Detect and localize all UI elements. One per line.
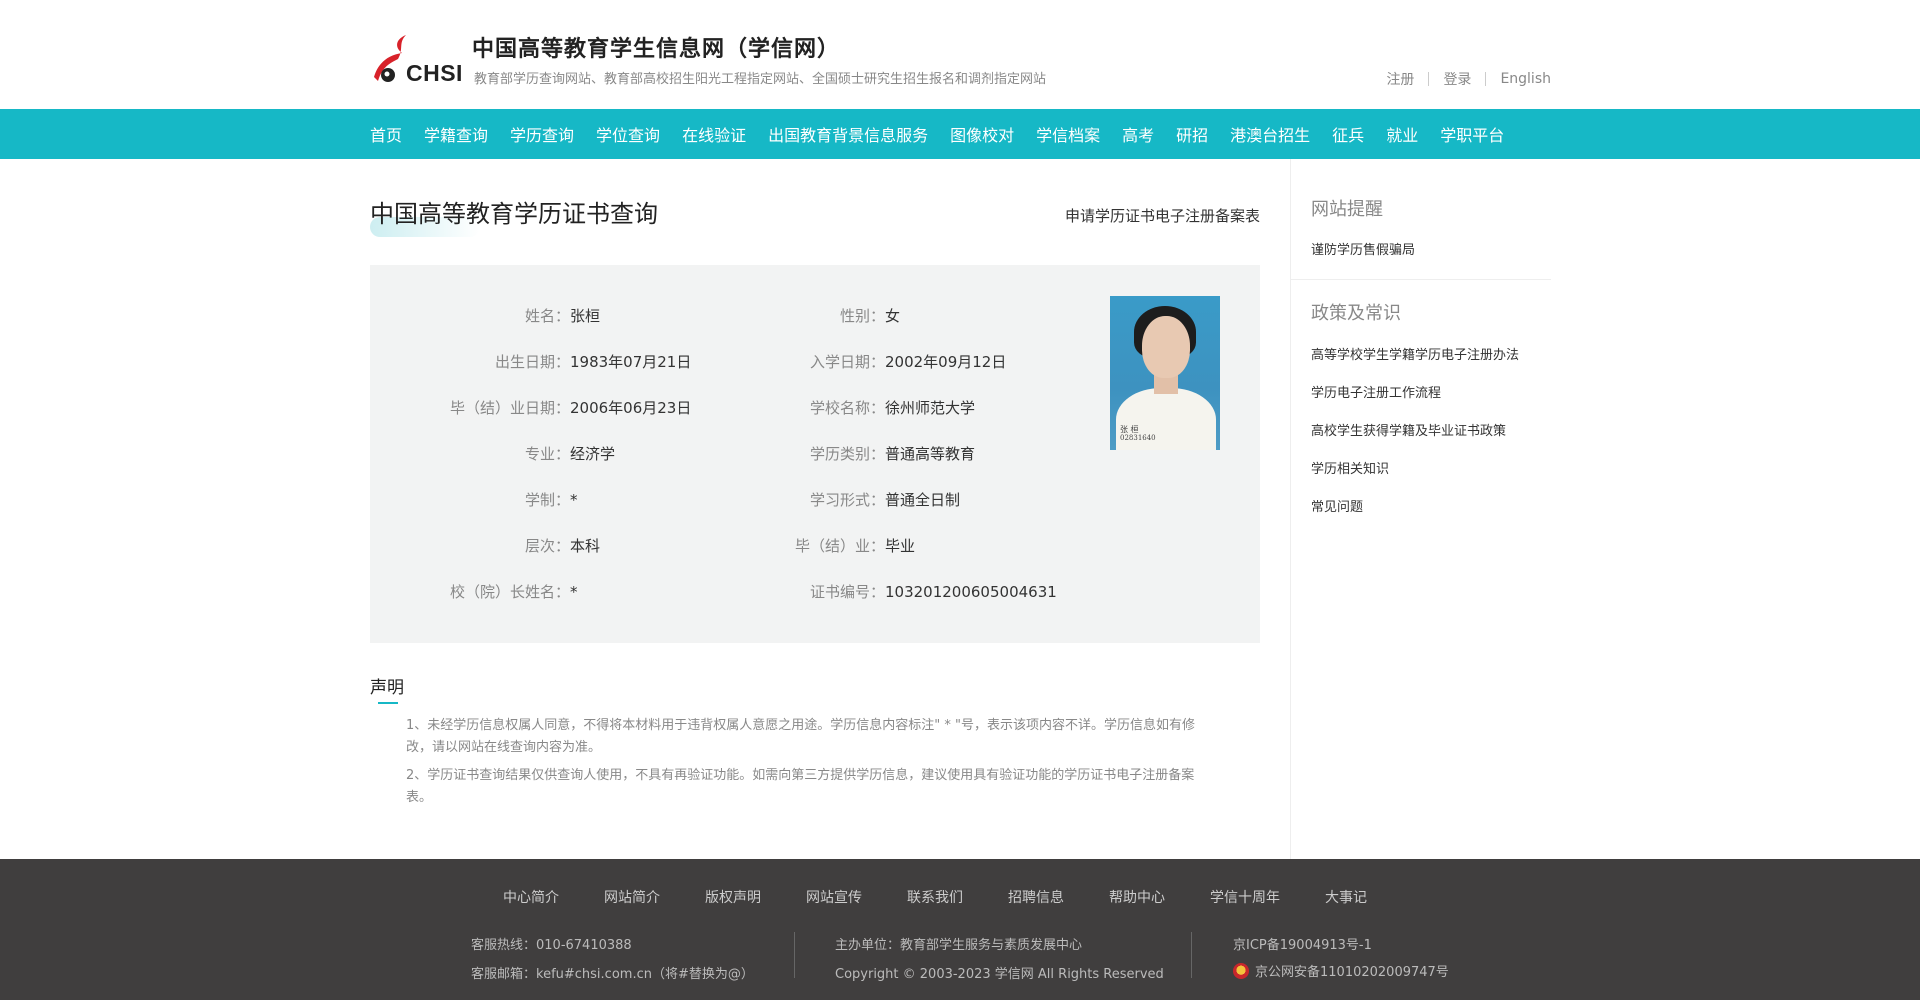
field-enrollment-date: 入学日期：2002年09月12日 [809,353,1007,371]
site-title: 中国高等教育学生信息网（学信网） [472,36,841,62]
nav-home[interactable]: 首页 [370,122,402,146]
footer-nav: 中心简介 网站简介 版权声明 网站宣传 联系我们 招聘信息 帮助中心 学信十周年… [503,887,1412,907]
top-links: 注册 登录 English [1372,69,1551,89]
policy-link-faq[interactable]: 常见问题 [1311,496,1363,515]
footer-divider [1191,932,1192,978]
field-major: 专业：经济学 [524,445,616,463]
declaration-item-1a: 1、未经学历信息权属人同意，不得将本材料用于违背权属人意愿之用途。学历信息内容标… [406,718,1195,733]
footer-sponsor: 主办单位：教育部学生服务与素质发展中心 [835,938,1083,953]
apply-registration-form-link[interactable]: 申请学历证书电子注册备案表 [1065,205,1260,226]
field-graduation-date: 毕（结）业日期：2006年06月23日 [449,399,692,417]
footer-link-copyright[interactable]: 版权声明 [705,887,761,907]
site-header: CHSI 中国高等教育学生信息网（学信网） 教育部学历查询网站、教育部高校招生阳… [0,0,1920,109]
student-photo: 张 桓 02831640 [1110,296,1220,450]
nav-overseas-background[interactable]: 出国教育背景信息服务 [768,122,928,146]
footer-link-center-intro[interactable]: 中心简介 [503,887,559,907]
policy-link-workflow[interactable]: 学历电子注册工作流程 [1311,382,1441,401]
declaration-item-2a: 2、学历证书查询结果仅供查询人使用，不具有再验证功能。如需向第三方提供学历信息，… [406,768,1195,783]
policy-link-registration-rules[interactable]: 高等学校学生学籍学历电子注册办法 [1311,344,1519,363]
field-gender: 性别：女 [839,307,901,325]
field-education-type: 学历类别：普通高等教育 [809,445,976,463]
declaration-item-1b: 改，请以网站在线查询内容为准。 [406,740,602,755]
nav-graduate-admission[interactable]: 研招 [1176,122,1208,146]
certificate-info-panel: 姓名：张桓 出生日期：1983年07月21日 毕（结）业日期：2006年06月2… [370,265,1260,643]
field-level: 层次：本科 [524,537,601,555]
footer-link-promotion[interactable]: 网站宣传 [806,887,862,907]
field-school-name: 学校名称：徐州师范大学 [809,399,976,417]
policy-link-knowledge[interactable]: 学历相关知识 [1311,458,1389,477]
sidebar-divider [1291,279,1551,280]
logo-text[interactable]: CHSI [406,60,463,87]
nav-online-verify[interactable]: 在线验证 [682,122,746,146]
register-link[interactable]: 注册 [1372,69,1428,89]
nav-degree-record-query[interactable]: 学历查询 [510,122,574,146]
field-graduation-status: 毕（结）业：毕业 [794,537,916,555]
footer-link-site-intro[interactable]: 网站简介 [604,887,660,907]
photo-caption-id: 02831640 [1120,434,1156,442]
page-title: 中国高等教育学历证书查询 [370,200,658,228]
field-certificate-number: 证书编号：103201200605004631 [809,583,1057,601]
nav-hmt-admission[interactable]: 港澳台招生 [1230,122,1310,146]
declaration-underline [378,702,398,704]
nav-career-platform[interactable]: 学职平台 [1440,122,1504,146]
field-duration: 学制：* [524,491,578,509]
field-birth-date: 出生日期：1983年07月21日 [494,353,692,371]
english-link[interactable]: English [1486,71,1551,87]
nav-military[interactable]: 征兵 [1332,122,1364,146]
reminder-heading: 网站提醒 [1311,199,1383,220]
footer-link-contact[interactable]: 联系我们 [907,887,963,907]
footer-link-10th-anniversary[interactable]: 学信十周年 [1210,887,1280,907]
sidebar: 网站提醒 谨防学历售假骗局 政策及常识 高等学校学生学籍学历电子注册办法 学历电… [1290,159,1551,859]
field-study-form: 学习形式：普通全日制 [809,491,961,509]
nav-image-proofing[interactable]: 图像校对 [950,122,1014,146]
main-nav: 首页 学籍查询 学历查询 学位查询 在线验证 出国教育背景信息服务 图像校对 学… [0,109,1920,159]
footer-link-milestones[interactable]: 大事记 [1325,887,1367,907]
footer-link-help[interactable]: 帮助中心 [1109,887,1165,907]
policy-heading: 政策及常识 [1311,303,1401,324]
login-link[interactable]: 登录 [1429,69,1485,89]
nav-employment[interactable]: 就业 [1386,122,1418,146]
footer-divider [794,932,795,978]
reminder-link[interactable]: 谨防学历售假骗局 [1311,239,1415,258]
police-badge-icon [1233,963,1249,979]
field-name: 姓名：张桓 [524,307,601,325]
nav-gaokao[interactable]: 高考 [1122,122,1154,146]
declaration-item-2b: 表。 [406,790,433,805]
nav-enrollment-query[interactable]: 学籍查询 [424,122,488,146]
site-footer: 中心简介 网站简介 版权声明 网站宣传 联系我们 招聘信息 帮助中心 学信十周年… [0,859,1920,1000]
footer-copyright: Copyright © 2003-2023 学信网 All Rights Res… [835,967,1164,982]
field-president-name: 校（院）长姓名：* [449,583,578,601]
nav-archive[interactable]: 学信档案 [1036,122,1100,146]
footer-police-record[interactable]: 京公网安备11010202009747号 [1233,961,1449,980]
footer-icp[interactable]: 京ICP备19004913号-1 [1233,934,1372,953]
site-subtitle: 教育部学历查询网站、教育部高校招生阳光工程指定网站、全国硕士研究生招生报名和调剂… [474,72,1047,87]
footer-hotline: 客服热线：010-67410388 [471,938,632,953]
nav-degree-query[interactable]: 学位查询 [596,122,660,146]
footer-link-jobs[interactable]: 招聘信息 [1008,887,1064,907]
policy-link-certificate-policy[interactable]: 高校学生获得学籍及毕业证书政策 [1311,420,1506,439]
footer-email: 客服邮箱：kefu#chsi.com.cn（将#替换为@） [471,967,754,982]
declaration-title: 声明 [370,678,404,698]
